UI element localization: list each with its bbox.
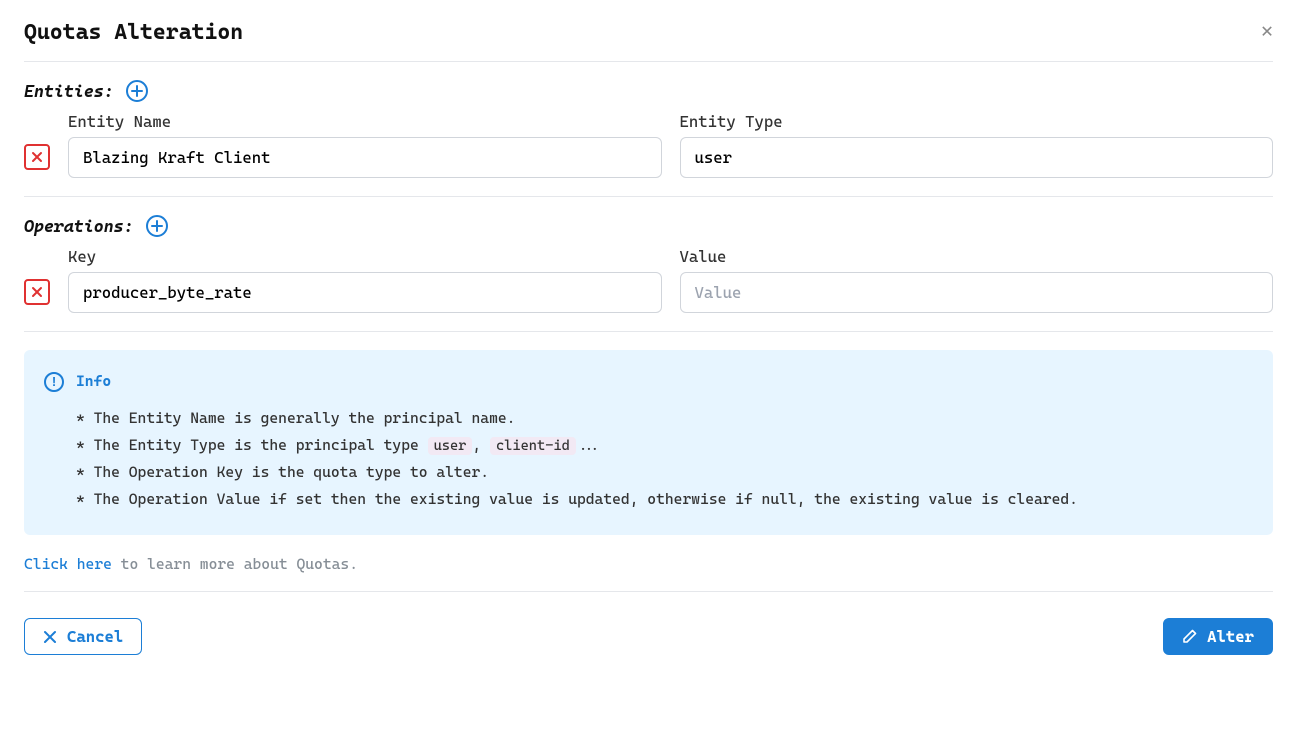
info-line: * The Entity Name is generally the princ… (76, 405, 1253, 432)
page-title: Quotas Alteration (24, 20, 243, 45)
entity-type-label: Entity Type (680, 112, 1274, 131)
operation-key-input[interactable] (68, 272, 662, 313)
info-title: Info (76, 368, 111, 395)
pencil-icon (1182, 629, 1197, 644)
entity-row: Entity Name Entity Type (24, 112, 1273, 178)
learn-more-text: Click here to learn more about Quotas. (24, 555, 1273, 573)
operation-value-input[interactable] (680, 272, 1274, 313)
info-alert: ! Info * The Entity Name is generally th… (24, 350, 1273, 535)
info-line: * The Operation Value if set then the ex… (76, 486, 1253, 513)
divider (24, 196, 1273, 197)
operation-row: Key Value (24, 247, 1273, 313)
remove-operation-button[interactable] (24, 279, 50, 305)
operation-key-label: Key (68, 247, 662, 266)
divider (24, 591, 1273, 592)
remove-entity-button[interactable] (24, 144, 50, 170)
learn-more-link[interactable]: Click here (24, 555, 112, 573)
add-entity-button[interactable] (126, 80, 148, 102)
divider (24, 331, 1273, 332)
code-pill-client-id: client-id (490, 437, 576, 455)
add-operation-button[interactable] (146, 215, 168, 237)
operations-label: Operations: (24, 216, 134, 236)
close-icon[interactable]: ✕ (1261, 20, 1273, 40)
cancel-button[interactable]: Cancel (24, 618, 142, 655)
info-icon: ! (44, 372, 64, 392)
entity-name-input[interactable] (68, 137, 662, 178)
x-icon (43, 630, 57, 644)
info-line: * The Entity Type is the principal type … (76, 432, 1253, 459)
operation-value-label: Value (680, 247, 1274, 266)
entity-type-input[interactable] (680, 137, 1274, 178)
alter-button[interactable]: Alter (1163, 618, 1273, 655)
info-line: * The Operation Key is the quota type to… (76, 459, 1253, 486)
entities-label: Entities: (24, 81, 114, 101)
divider (24, 61, 1273, 62)
code-pill-user: user (428, 437, 473, 455)
entity-name-label: Entity Name (68, 112, 662, 131)
